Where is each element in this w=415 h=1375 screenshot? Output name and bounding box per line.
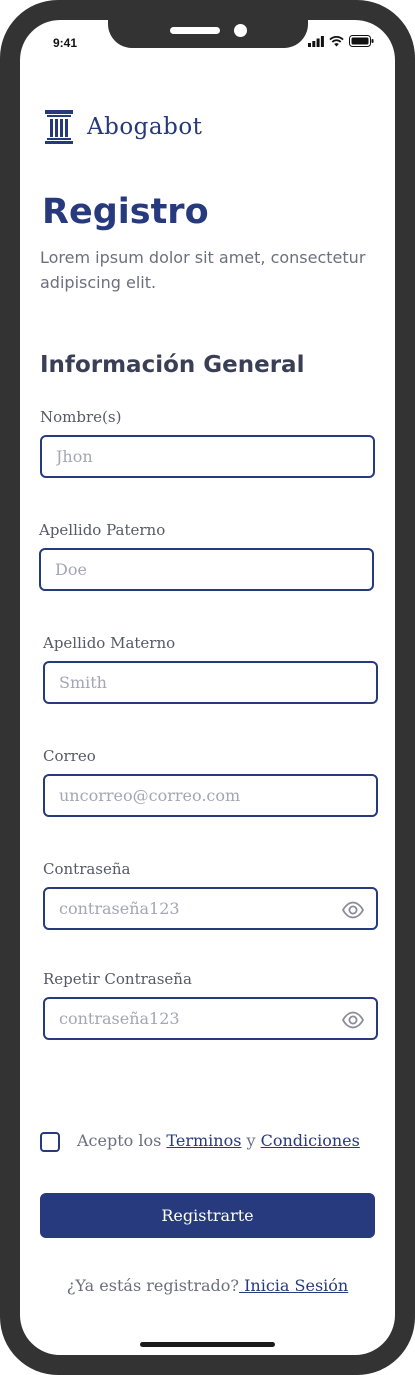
eye-icon[interactable] <box>342 1011 364 1029</box>
first-name-field <box>40 435 375 478</box>
login-prompt: ¿Ya estás registrado? Inicia Sesión <box>0 1276 415 1295</box>
battery-icon <box>349 35 374 47</box>
brand-name: Abogabot <box>87 114 203 140</box>
page-title: Registro <box>42 192 209 232</box>
email-label: Correo <box>43 747 96 765</box>
terms-link[interactable]: Terminos <box>166 1131 241 1150</box>
terms-prefix: Acepto los <box>77 1131 167 1150</box>
paternal-surname-label: Apellido Paterno <box>39 521 166 539</box>
paternal-surname-input[interactable] <box>41 550 372 589</box>
terms-text: Acepto los Terminos y Condiciones <box>77 1131 360 1150</box>
confirm-password-label: Repetir Contraseña <box>43 970 192 988</box>
confirm-password-input[interactable] <box>45 999 376 1038</box>
password-field <box>43 887 378 930</box>
first-name-input[interactable] <box>42 437 373 476</box>
login-prompt-text: ¿Ya estás registrado? <box>66 1276 239 1295</box>
confirm-password-field <box>43 997 378 1040</box>
conditions-link[interactable]: Condiciones <box>261 1131 360 1150</box>
maternal-surname-input[interactable] <box>45 663 376 702</box>
status-time: 9:41 <box>53 36 78 50</box>
login-link[interactable]: Inicia Sesión <box>239 1276 348 1295</box>
terms-checkbox[interactable] <box>40 1132 60 1152</box>
wifi-icon <box>329 35 344 46</box>
first-name-label: Nombre(s) <box>40 408 122 426</box>
password-label: Contraseña <box>43 860 131 878</box>
register-button[interactable]: Registrarte <box>40 1193 375 1238</box>
device-notch <box>108 0 308 48</box>
terms-connector: y <box>241 1131 261 1150</box>
maternal-surname-field <box>43 661 378 704</box>
signal-icon <box>308 35 324 47</box>
speaker <box>170 27 220 34</box>
section-title: Información General <box>40 352 305 378</box>
email-input[interactable] <box>45 776 376 815</box>
camera <box>234 24 247 37</box>
eye-icon[interactable] <box>342 901 364 919</box>
home-indicator <box>140 1342 275 1347</box>
password-input[interactable] <box>45 889 376 928</box>
maternal-surname-label: Apellido Materno <box>43 634 176 652</box>
status-icons <box>308 35 374 47</box>
page-subtitle: Lorem ipsum dolor sit amet, consectetur … <box>40 248 366 292</box>
email-field <box>43 774 378 817</box>
paternal-surname-field <box>39 548 374 591</box>
brand-logo: Abogabot <box>45 110 202 144</box>
pillar-logo-icon <box>45 110 73 144</box>
